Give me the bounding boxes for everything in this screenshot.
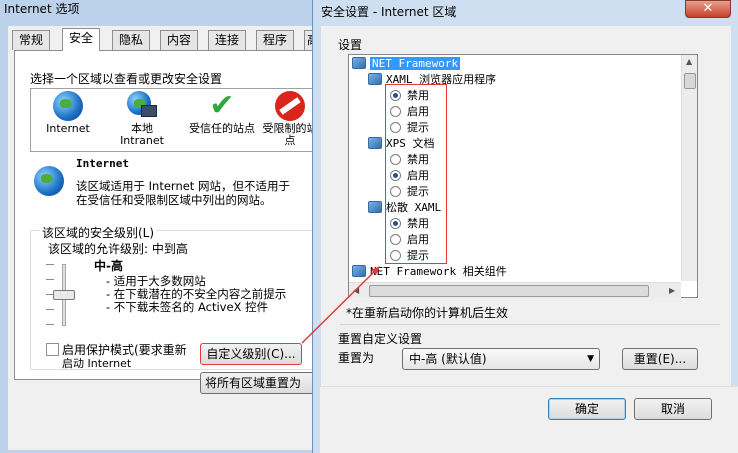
protected-mode-label-2: 启动 Internet — [62, 357, 132, 370]
settings-icon — [352, 57, 366, 69]
reset-to-label: 重置为 — [338, 351, 375, 365]
zone-title: Internet — [76, 157, 129, 170]
no-entry-icon — [275, 91, 305, 121]
zone-internet[interactable]: Internet — [37, 91, 99, 135]
checkmark-icon: ✔ — [209, 88, 235, 123]
horizontal-scrollbar[interactable]: ◀ ▶ — [349, 282, 681, 298]
restart-note: *在重新启动你的计算机后生效 — [346, 306, 509, 320]
scroll-left-icon[interactable]: ◀ — [353, 286, 359, 295]
tab-content[interactable]: 内容 — [160, 30, 199, 50]
window-title: Internet 选项 — [4, 2, 80, 16]
settings-icon — [368, 137, 382, 149]
zone-list: Internet 本地 Intranet ✔ 受信任的站点 受限制的站 点 — [30, 88, 318, 152]
chevron-down-icon: ▼ — [587, 354, 594, 364]
cancel-button[interactable]: 取消 — [634, 398, 712, 420]
vertical-scrollbar[interactable]: ▲ — [681, 55, 697, 281]
tab-privacy[interactable]: 隐私 — [112, 30, 151, 50]
protected-mode-checkbox[interactable] — [46, 343, 59, 356]
tab-security[interactable]: 安全 — [62, 28, 101, 51]
reset-button[interactable]: 重置(E)... — [622, 348, 698, 370]
reset-level-value: 中-高 (默认值) — [409, 352, 487, 366]
level-name: 中-高 — [94, 259, 123, 273]
security-level-title: 该区域的安全级别(L) — [40, 224, 157, 241]
zone-label: 受限制的站 点 — [262, 122, 318, 147]
tree-row-label: NET Framework — [370, 57, 461, 70]
allowed-level: 该区域的允许级别: 中到高 — [48, 242, 188, 256]
reset-level-select[interactable]: 中-高 (默认值) ▼ — [402, 348, 600, 370]
reset-all-zones-button[interactable]: 将所有区域重置为 — [200, 372, 318, 394]
scroll-up-icon[interactable]: ▲ — [686, 57, 692, 66]
level-bullet: - 不下载未签名的 ActiveX 控件 — [106, 300, 269, 314]
zone-prompt: 选择一个区域以查看或更改安全设置 — [30, 72, 223, 86]
zone-label: 受信任的站点 — [189, 122, 255, 135]
zone-description-line2: 在受信任和受限制区域中列出的网站。 — [76, 193, 272, 207]
tab-strip: 常规 安全 隐私 内容 连接 程序 高 — [8, 28, 318, 51]
scroll-thumb[interactable] — [684, 73, 696, 89]
settings-icon — [352, 265, 366, 277]
close-button[interactable]: ✕ — [685, 0, 731, 18]
globe-icon — [34, 166, 64, 196]
settings-icon — [368, 201, 382, 213]
intranet-icon — [127, 91, 157, 121]
tab-general[interactable]: 常规 — [12, 30, 51, 50]
tree-category[interactable]: NET Framework 相关组件 — [352, 264, 507, 279]
divider — [340, 324, 720, 325]
zone-trusted-sites[interactable]: ✔ 受信任的站点 — [185, 91, 259, 135]
tree-row-label: NET Framework 相关组件 — [370, 265, 507, 278]
annotation-highlight-box — [385, 84, 447, 264]
window-title: 安全设置 - Internet 区域 — [321, 5, 457, 19]
settings-icon — [368, 73, 382, 85]
scroll-thumb[interactable] — [369, 285, 649, 297]
custom-level-button[interactable]: 自定义级别(C)... — [200, 343, 302, 365]
tree-category[interactable]: NET Framework — [352, 56, 461, 71]
zone-restricted-sites[interactable]: 受限制的站 点 — [261, 91, 319, 147]
tab-programs[interactable]: 程序 — [256, 30, 295, 50]
scroll-right-icon[interactable]: ▶ — [669, 286, 675, 295]
security-slider-thumb[interactable] — [53, 290, 75, 300]
reset-custom-title: 重置自定义设置 — [338, 332, 423, 346]
globe-icon — [53, 91, 83, 121]
zone-label: 本地 Intranet — [120, 122, 164, 147]
zone-label: Internet — [46, 122, 90, 135]
tab-connections[interactable]: 连接 — [208, 30, 247, 50]
ok-button[interactable]: 确定 — [548, 398, 626, 420]
zone-local-intranet[interactable]: 本地 Intranet — [111, 91, 173, 147]
settings-label: 设置 — [338, 38, 363, 52]
